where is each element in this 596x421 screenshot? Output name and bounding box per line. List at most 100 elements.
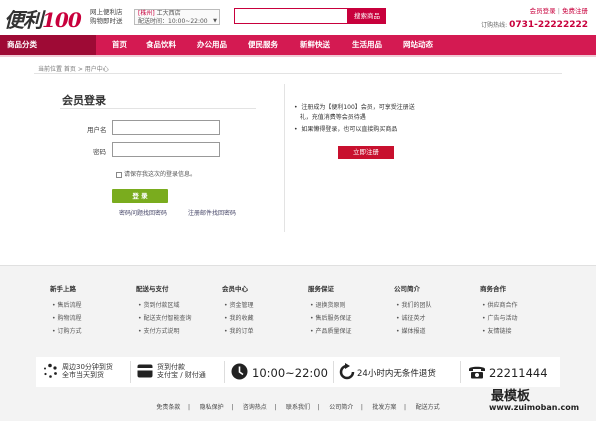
store-name: 工大西店: [156, 10, 181, 17]
breadcrumb-divider: [34, 73, 562, 74]
username-input[interactable]: [112, 120, 220, 135]
footer-column-link-text: 产品质量保证: [315, 328, 352, 335]
nav-office[interactable]: 办公用品: [197, 35, 227, 55]
service-returns: 24小时内无条件退货: [357, 369, 436, 379]
footer-link[interactable]: 配送方式: [416, 404, 440, 411]
nav-home[interactable]: 首页: [112, 35, 127, 55]
footer-link[interactable]: 联系我们: [286, 404, 310, 411]
footer-column-link[interactable]: • 产品质量保证: [310, 326, 351, 335]
footer-column-link[interactable]: • 广告与活动: [482, 313, 517, 322]
footer-divider: [0, 265, 596, 266]
footer-column-link[interactable]: • 我的收藏: [224, 313, 253, 322]
chevron-down-icon[interactable]: ▼: [213, 18, 217, 26]
nav-fresh[interactable]: 新鲜快送: [300, 35, 330, 55]
register-button[interactable]: 立即注册: [338, 146, 394, 159]
footer-column-link-text: 支付方式说明: [143, 328, 180, 335]
login-link[interactable]: 会员登录: [530, 7, 556, 15]
footer-link[interactable]: 公司简介: [329, 404, 353, 411]
nav-daily[interactable]: 生活用品: [352, 35, 382, 55]
login-title: 会员登录: [62, 94, 106, 107]
footer-column-link-text: 我的订单: [229, 328, 254, 335]
footer-column-link-text: 退换货原则: [315, 302, 346, 309]
vertical-divider: [284, 84, 285, 232]
service-separator: [460, 361, 461, 383]
footer-column-link[interactable]: • 支付方式说明: [138, 326, 179, 335]
watermark: 最模板: [491, 389, 531, 404]
nav-news[interactable]: 网站动态: [403, 35, 433, 55]
store-hours: 配送时间：10:00~22:00: [138, 17, 208, 25]
recover-by-email-link[interactable]: 注册邮件找回密码: [188, 208, 236, 217]
remember-me[interactable]: 请保存我这次的登录信息。: [116, 169, 196, 178]
footer-link[interactable]: 免责条款: [156, 404, 180, 411]
hotline: 订购热线: 0731-22222222: [481, 20, 588, 30]
payment-line2: 支付宝 / 财付通: [157, 371, 206, 379]
login-button[interactable]: 登 录: [112, 189, 168, 203]
nav-food-drink[interactable]: 食品饮料: [146, 35, 176, 55]
service-payment: 货到付款 支付宝 / 财付通: [157, 363, 206, 379]
clock-icon: [231, 363, 248, 380]
logo-text: 便利: [4, 8, 43, 32]
footer-column-title: 服务保证: [308, 285, 334, 293]
footer-column-link[interactable]: • 我们的团队: [396, 300, 431, 309]
store-selector[interactable]: [株州] 工大西店 配送时间：10:00~22:00 ▼: [134, 9, 220, 25]
footer-link[interactable]: 隐私保护: [200, 404, 224, 411]
footer-column-title: 商务合作: [480, 285, 506, 293]
delivery-line2: 全市当天到货: [62, 371, 104, 379]
footer-column-link[interactable]: • 购物流程: [52, 313, 81, 322]
footer-column-link-text: 售后服务保证: [315, 315, 352, 322]
service-delivery: 周边30分钟到货 全市当天到货: [62, 363, 113, 379]
footer-column-link[interactable]: • 订购方式: [52, 326, 81, 335]
footer-column-link[interactable]: • 友情链接: [482, 326, 511, 335]
remember-checkbox[interactable]: [116, 171, 122, 178]
footer-column-link[interactable]: • 售后服务保证: [310, 313, 351, 322]
footer-column-link-text: 媒体报道: [401, 328, 426, 335]
footer-link[interactable]: 咨询热点: [243, 404, 267, 411]
footer-column-title: 会员中心: [222, 285, 248, 293]
hotline-label: 订购热线:: [481, 22, 508, 29]
footer-column-link[interactable]: • 售后流程: [52, 300, 81, 309]
category-menu[interactable]: 商品分类: [0, 35, 96, 55]
delivery-dots-icon: [44, 363, 57, 378]
footer-column-link-text: 资金管理: [229, 302, 254, 309]
phone-icon: [469, 366, 485, 379]
search-button[interactable]: 搜索商品: [348, 8, 386, 24]
nav-underline: [0, 55, 596, 57]
service-separator: [130, 361, 131, 383]
watermark-url: www.zuimoban.com: [489, 403, 580, 412]
footer-column-link[interactable]: • 货到付款区域: [138, 300, 179, 309]
footer-column-link-text: 售后流程: [57, 302, 82, 309]
logo-number: 100: [42, 8, 82, 32]
footer-column-link[interactable]: • 我的订单: [224, 326, 253, 335]
username-label: 用户名: [87, 126, 107, 134]
footer-column-title: 公司简介: [394, 285, 420, 293]
footer-column-link[interactable]: • 资金管理: [224, 300, 253, 309]
service-separator: [333, 361, 334, 383]
card-icon: [137, 364, 153, 378]
footer-column-link[interactable]: • 媒体报道: [396, 326, 425, 335]
footer-column-title: 新手上路: [50, 285, 76, 293]
footer-column-link-text: 货到付款区域: [143, 302, 180, 309]
footer-column-link-text: 我的收藏: [229, 315, 254, 322]
site-logo[interactable]: 便利100: [4, 4, 82, 33]
footer-column-link[interactable]: • 诚征英才: [396, 313, 425, 322]
footer-column-link-text: 广告与活动: [487, 315, 518, 322]
register-link[interactable]: 免费注册: [562, 7, 588, 15]
delivery-line1: 周边30分钟到货: [62, 363, 113, 371]
service-phone: 22211444: [489, 366, 548, 380]
recover-by-question-link[interactable]: 密码问题找回密码: [119, 208, 167, 217]
footer-link[interactable]: 批发方案: [372, 404, 396, 411]
password-input[interactable]: [112, 142, 220, 157]
footer-column-link-text: 订购方式: [57, 328, 82, 335]
service-separator: [224, 361, 225, 383]
footer-column-link[interactable]: • 供应商合作: [482, 300, 517, 309]
payment-line1: 货到付款: [157, 363, 185, 371]
account-links: 会员登录 | 免费注册: [530, 5, 588, 15]
footer-column-title: 配送与支付: [136, 285, 169, 293]
search-input[interactable]: [234, 8, 348, 24]
register-benefit-line2: 礼，充值消费等会员待遇: [299, 114, 366, 121]
register-benefit: • 注册成为【便利100】会员，可享受注册送 礼，充值消费等会员待遇: [294, 104, 415, 121]
footer-column-link[interactable]: • 配送支付智能查询: [138, 313, 191, 322]
register-benefit-line1: 注册成为【便利100】会员，可享受注册送: [301, 104, 415, 111]
footer-column-link[interactable]: • 退换货原则: [310, 300, 345, 309]
nav-services[interactable]: 便民服务: [248, 35, 278, 55]
